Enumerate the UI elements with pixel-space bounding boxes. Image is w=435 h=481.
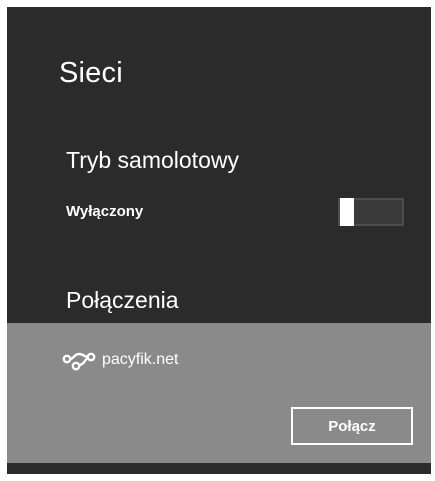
- networks-panel: Sieci Tryb samolotowy Wyłączony Połączen…: [7, 7, 431, 474]
- connect-button[interactable]: Połącz: [291, 407, 413, 445]
- panel-title: Sieci: [59, 57, 123, 89]
- connections-heading: Połączenia: [66, 287, 179, 313]
- network-name: pacyfik.net: [102, 351, 179, 368]
- network-list-item[interactable]: pacyfik.net Połącz: [7, 323, 431, 463]
- airplane-mode-state-label: Wyłączony: [66, 203, 144, 220]
- wired-network-icon: [62, 352, 96, 371]
- toggle-thumb[interactable]: [340, 198, 354, 226]
- airplane-mode-toggle[interactable]: [338, 198, 404, 226]
- airplane-mode-heading: Tryb samolotowy: [66, 147, 239, 173]
